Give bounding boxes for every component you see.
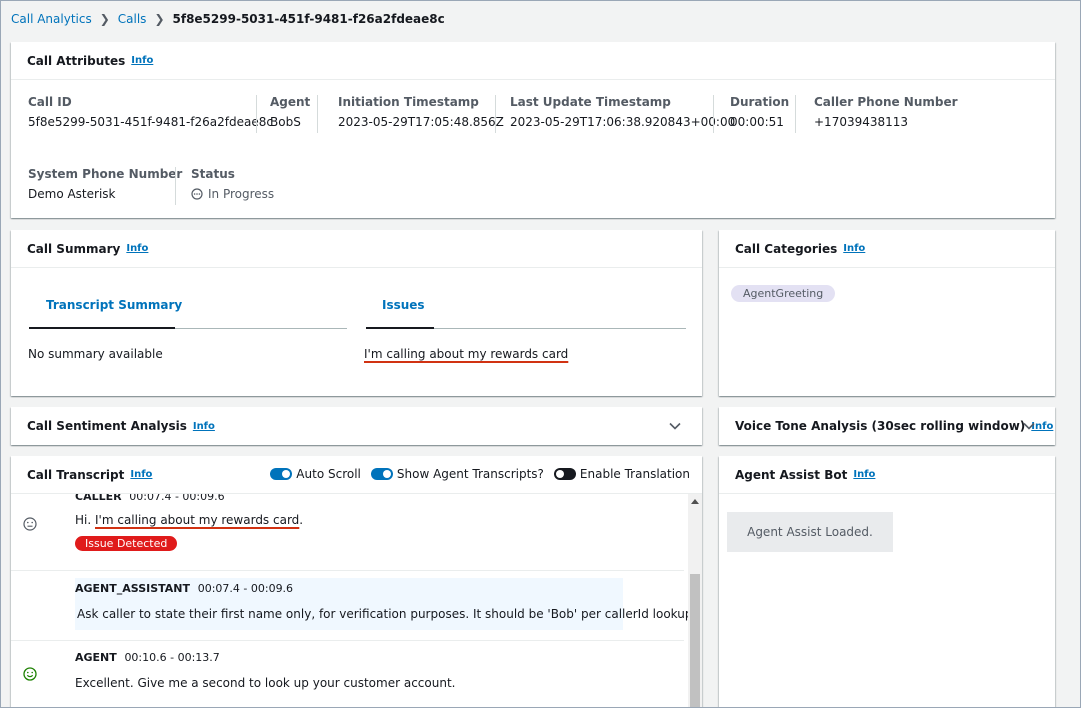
sentiment-header: Call Sentiment Analysis Info [11,407,702,445]
breadcrumb-current-call: 5f8e5299-5031-451f-9481-f26a2fdeae8c [172,12,445,26]
tab-issues[interactable]: Issues [382,298,425,312]
no-summary-text: No summary available [28,347,163,361]
breadcrumb-call-analytics[interactable]: Call Analytics [11,12,92,26]
transcript-speaker: AGENT_ASSISTANT 00:07.4 - 00:09.6 [75,582,294,595]
transcript-message: Excellent. Give me a second to look up y… [75,676,456,690]
scroll-up-arrow-icon[interactable] [691,499,699,504]
happy-face-icon [23,667,37,681]
issue-text: I'm calling about my rewards card [364,347,569,361]
transcript-speaker: AGENT 00:10.6 - 00:13.7 [75,651,220,664]
attr-system-phone-label: System Phone Number [28,167,183,181]
attr-last-update-value: 2023-05-29T17:06:38.920843+00:00 [510,115,736,129]
divider [795,95,796,133]
attr-system-phone: System Phone Number Demo Asterisk [28,167,182,201]
app-frame: Call Analytics ❯ Calls ❯ 5f8e5299-5031-4… [0,0,1081,708]
attr-call-id: Call ID 5f8e5299-5031-451f-9481-f26a2fde… [28,95,273,129]
tab-active-indicator [29,327,175,329]
call-categories-panel: Call Categories Info AgentGreeting [719,230,1055,396]
call-transcript-title: Call Transcript [27,467,125,482]
call-attributes-title: Call Attributes [27,53,126,68]
attr-last-update: Last Update Timestamp 2023-05-29T17:06:3… [510,95,735,129]
transcript-speaker: CALLER 00:07.4 - 00:09.6 [75,494,225,503]
divider [713,95,714,133]
attr-caller-phone-value: +17039438113 [814,115,909,129]
tab-transcript-summary[interactable]: Transcript Summary [46,298,182,312]
enable-translation-label: Enable Translation [579,467,690,481]
show-agent-transcripts-toggle[interactable] [370,468,393,480]
transcript-toggles: Auto Scroll Show Agent Transcripts? Enab… [270,467,690,481]
attr-caller-phone-label: Caller Phone Number [814,95,958,109]
call-categories-title: Call Categories [735,241,838,256]
attr-status: Status In Progress [191,167,274,201]
status-indicator: In Progress [191,187,274,201]
call-categories-info-link[interactable]: Info [843,243,865,254]
voice-tone-panel[interactable]: Voice Tone Analysis (30sec rolling windo… [719,407,1055,445]
attr-call-id-label: Call ID [28,95,72,109]
attr-system-phone-value: Demo Asterisk [28,187,116,201]
scrollbar-thumb[interactable] [690,574,700,707]
chevron-right-icon: ❯ [99,12,110,26]
divider [317,95,318,133]
attr-last-update-label: Last Update Timestamp [510,95,671,109]
attr-duration-label: Duration [730,95,790,109]
attr-call-id-value: 5f8e5299-5031-451f-9481-f26a2fdeae8c [28,115,273,129]
voice-tone-header: Voice Tone Analysis (30sec rolling windo… [719,407,1055,445]
call-transcript-info-link[interactable]: Info [130,469,152,480]
breadcrumb-calls[interactable]: Calls [118,12,147,26]
attr-caller-phone: Caller Phone Number +17039438113 [814,95,958,129]
chevron-down-icon[interactable] [668,419,682,433]
row-separator [11,640,684,641]
enable-translation-toggle[interactable] [553,468,576,480]
auto-scroll-label: Auto Scroll [296,467,361,481]
agent-assist-title: Agent Assist Bot [735,467,848,482]
show-agent-transcripts-label: Show Agent Transcripts? [396,467,544,481]
transcript-list[interactable]: CALLER 00:07.4 - 00:09.6 Hi. I'm calling… [11,494,702,707]
attr-agent-label: Agent [270,95,311,109]
neutral-face-icon [23,517,37,531]
breadcrumb: Call Analytics ❯ Calls ❯ 5f8e5299-5031-4… [11,10,445,28]
transcript-message: Hi. I'm calling about my rewards card. [75,513,304,527]
attr-duration-value: 00:00:51 [730,115,784,129]
attr-initiation-label: Initiation Timestamp [338,95,479,109]
call-attributes-panel: Call Attributes Info Call ID 5f8e5299-50… [11,42,1055,218]
agent-assist-message: Agent Assist Loaded. [727,512,893,552]
call-categories-header: Call Categories Info [719,230,1055,268]
auto-scroll-toggle[interactable] [270,468,293,480]
agent-assist-panel: Agent Assist Bot Info Agent Assist Loade… [719,456,1055,707]
chevron-down-icon[interactable] [1022,419,1036,433]
call-attributes-header: Call Attributes Info [11,42,1055,80]
attr-initiation: Initiation Timestamp 2023-05-29T17:05:48… [338,95,504,129]
voice-tone-title: Voice Tone Analysis (30sec rolling windo… [735,419,1026,433]
chevron-right-icon: ❯ [154,12,165,26]
tab-active-indicator [366,327,434,329]
call-attributes-info-link[interactable]: Info [131,55,153,66]
attr-initiation-value: 2023-05-29T17:05:48.856Z [338,115,504,129]
divider [175,167,176,205]
call-summary-header: Call Summary Info [11,230,702,268]
agent-assist-info-link[interactable]: Info [853,469,875,480]
attr-duration: Duration 00:00:51 [730,95,789,129]
row-separator [11,570,684,571]
issue-detected-badge: Issue Detected [75,536,178,551]
sentiment-title: Call Sentiment Analysis [27,419,187,433]
category-chip: AgentGreeting [731,285,836,302]
issue-highlight: I'm calling about my rewards card [95,513,300,527]
call-summary-info-link[interactable]: Info [126,243,148,254]
agent-assist-header: Agent Assist Bot Info [719,456,1055,494]
divider [256,95,257,133]
call-summary-panel: Call Summary Info Transcript Summary Iss… [11,230,702,396]
attr-status-label: Status [191,167,235,181]
in-progress-icon [191,188,203,200]
attr-status-value: In Progress [208,187,275,201]
sentiment-info-link[interactable]: Info [193,421,215,432]
transcript-scrollbar[interactable] [688,494,702,707]
sentiment-panel[interactable]: Call Sentiment Analysis Info [11,407,702,445]
attr-agent-value: BobS [270,115,301,129]
call-summary-title: Call Summary [27,241,121,256]
call-transcript-panel: Call Transcript Info Auto Scroll Show Ag… [11,456,702,707]
transcript-message: Ask caller to state their first name onl… [77,607,697,621]
attr-agent: Agent BobS [270,95,310,129]
divider [495,95,496,133]
